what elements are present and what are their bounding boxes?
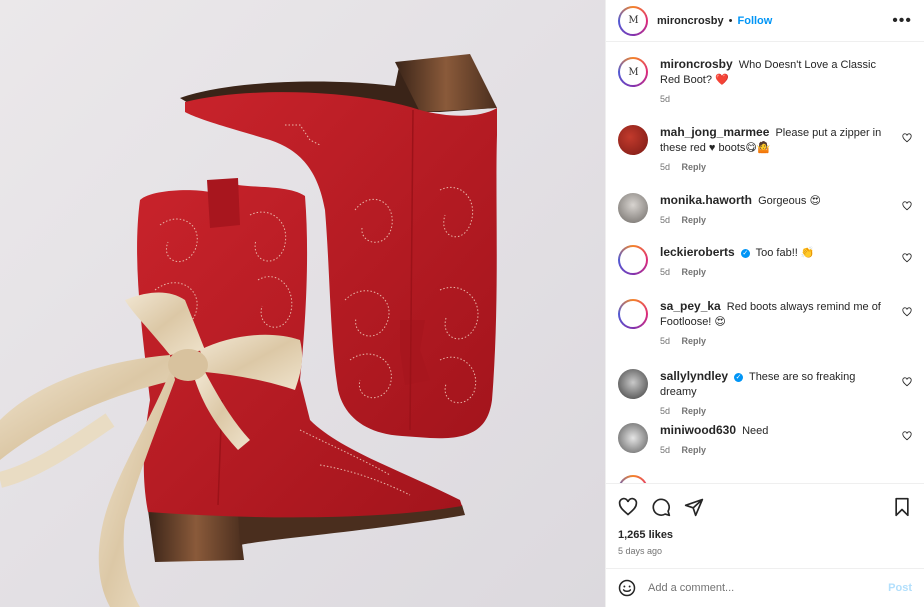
comment-time[interactable]: 5d [660,162,670,172]
like-heart-icon[interactable] [902,201,912,211]
commenter-avatar[interactable] [618,369,648,399]
comments-list[interactable]: M mironcrosby Who Doesn't Love a Classic… [606,43,924,483]
posted-time[interactable]: 5 days ago [618,546,912,556]
commenter-avatar[interactable] [618,299,648,329]
comment-text: Need [742,425,769,437]
separator-dot: • [728,14,733,27]
post-header: M mironcrosby • Follow ••• [606,0,924,42]
comment-text: Too fab!! 👏 [755,247,815,259]
post-side-panel: M mironcrosby • Follow ••• M mironcrosby… [605,0,924,607]
comment-username[interactable]: sa_pey_ka [660,299,721,313]
more-options-icon[interactable]: ••• [892,12,912,30]
verified-badge-icon: ✓ [740,249,750,258]
comment-item: mah_jong_marmee Please put a zipper in t… [618,125,912,172]
comment-time[interactable]: 5d [660,336,670,346]
post-image[interactable] [0,0,605,607]
comment-item: monika.haworth Gorgeous 😍 5d Reply [618,193,912,225]
share-icon[interactable] [684,497,704,517]
comment-time[interactable]: 5d [660,406,670,416]
caption: M mironcrosby Who Doesn't Love a Classic… [618,57,912,104]
comment-time[interactable]: 5d [660,215,670,225]
post-actions: 1,265 likes 5 days ago [606,483,924,566]
add-comment-bar: Post [606,568,924,607]
reply-button[interactable]: Reply [682,162,707,172]
emoji-icon[interactable] [618,579,636,597]
verified-badge-icon: ✓ [734,373,744,382]
commenter-avatar[interactable] [618,125,648,155]
comment-username[interactable]: miniwood630 [660,423,736,437]
reply-button[interactable]: Reply [682,406,707,416]
comment-username[interactable]: sallylyndley [660,369,728,383]
author-username[interactable]: mironcrosby [657,15,724,27]
reply-button[interactable]: Reply [682,267,707,277]
caption-avatar[interactable]: M [618,57,648,87]
save-bookmark-icon[interactable] [892,497,912,517]
comment-username[interactable]: leckieroberts [660,245,735,259]
reply-button[interactable]: Reply [682,445,707,455]
reply-button[interactable]: Reply [682,215,707,225]
comment-item: leckieroberts ✓ Too fab!! 👏 5d Reply [618,245,912,277]
comment-item: miniwood630 Need 5d Reply [618,423,912,455]
comment-username[interactable]: mah_jong_marmee [660,125,769,139]
commenter-avatar[interactable] [618,423,648,453]
action-icons [618,494,912,520]
author-avatar[interactable]: M [618,5,648,36]
comment-item: sallylyndley ✓ These are so freaking dre… [618,369,912,416]
comment-input[interactable] [648,582,889,594]
next-comment-avatar-partial [618,475,648,483]
caption-username[interactable]: mironcrosby [660,57,733,71]
brand-logo-icon: M [628,66,638,78]
like-heart-icon[interactable] [902,377,912,387]
comment-time[interactable]: 5d [660,445,670,455]
comment-item: sa_pey_ka Red boots always remind me of … [618,299,912,346]
brand-logo-icon: M [628,15,638,26]
caption-time[interactable]: 5d [660,94,670,104]
comment-text: Gorgeous 😍 [758,195,821,207]
commenter-avatar[interactable] [618,245,648,275]
comment-icon[interactable] [651,497,671,517]
like-heart-icon[interactable] [902,133,912,143]
likes-count[interactable]: 1,265 likes [618,529,912,541]
comment-time[interactable]: 5d [660,267,670,277]
like-heart-icon[interactable] [902,253,912,263]
follow-button[interactable]: Follow [738,15,773,27]
post-comment-button[interactable]: Post [888,582,912,594]
like-heart-icon[interactable] [902,431,912,441]
comment-username[interactable]: monika.haworth [660,193,752,207]
red-boots-photo [0,54,497,607]
like-heart-icon[interactable] [902,307,912,317]
reply-button[interactable]: Reply [682,336,707,346]
commenter-avatar[interactable] [618,193,648,223]
like-heart-icon[interactable] [618,497,638,517]
